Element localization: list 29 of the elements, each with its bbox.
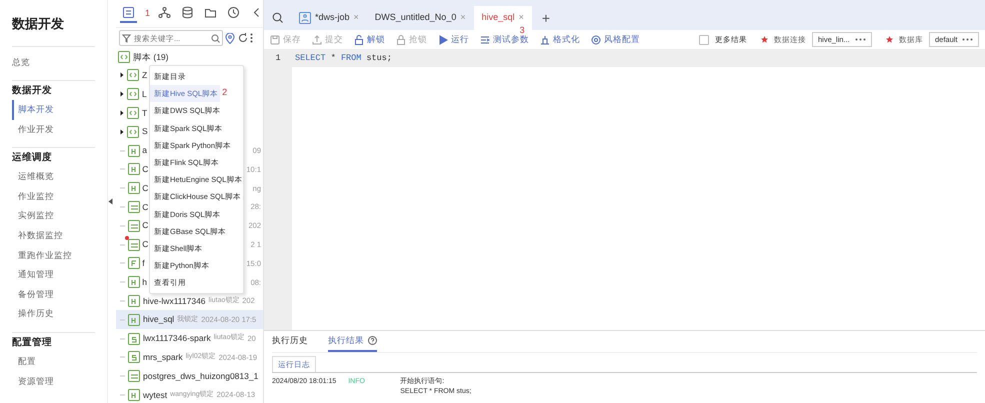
tree-item-label: C bbox=[142, 163, 148, 176]
nav-section-heading: 数据开发 bbox=[12, 80, 95, 100]
tree-item-label: f bbox=[142, 256, 145, 270]
tree-item-label: a bbox=[142, 144, 147, 157]
tree-item-label: postgres_dws_huizong0813_1 bbox=[143, 370, 258, 383]
line-number: 1 bbox=[275, 53, 281, 63]
tab-label: DWS_untitled_No_0 bbox=[374, 11, 456, 24]
tree-item-label: C bbox=[142, 219, 148, 232]
tree-item-label: L bbox=[142, 88, 147, 101]
tree-item-label: lwx1117346-spark bbox=[143, 332, 211, 345]
tree-item-label: C bbox=[142, 200, 148, 214]
nav-section-heading: 配置管理 bbox=[12, 332, 95, 352]
app-title: 数据开发 bbox=[12, 0, 95, 46]
step-annotation: 1 bbox=[145, 9, 150, 18]
tab-label: *dws-job bbox=[315, 11, 350, 24]
tree-item-label: Z bbox=[142, 69, 148, 82]
tree-item-label: C bbox=[142, 182, 148, 195]
tree-item-label: hive-lwx1117346 bbox=[143, 294, 206, 308]
tree-item-label: mrs_spark bbox=[143, 350, 183, 364]
tree-item-label: hive_sql bbox=[143, 313, 174, 326]
tab-label: hive_sql bbox=[482, 11, 515, 24]
tree-item-label: wytest bbox=[143, 388, 168, 402]
tree-item-label: T bbox=[142, 106, 148, 120]
tree-item-label: S bbox=[142, 125, 148, 138]
tree-item-label: h bbox=[142, 276, 147, 289]
nav-section-heading: 运维调度 bbox=[12, 147, 95, 168]
tree-item-label: 脚本 (19) bbox=[133, 50, 168, 64]
step-annotation: 2 bbox=[222, 88, 228, 98]
tree-item-label: C bbox=[142, 238, 148, 251]
